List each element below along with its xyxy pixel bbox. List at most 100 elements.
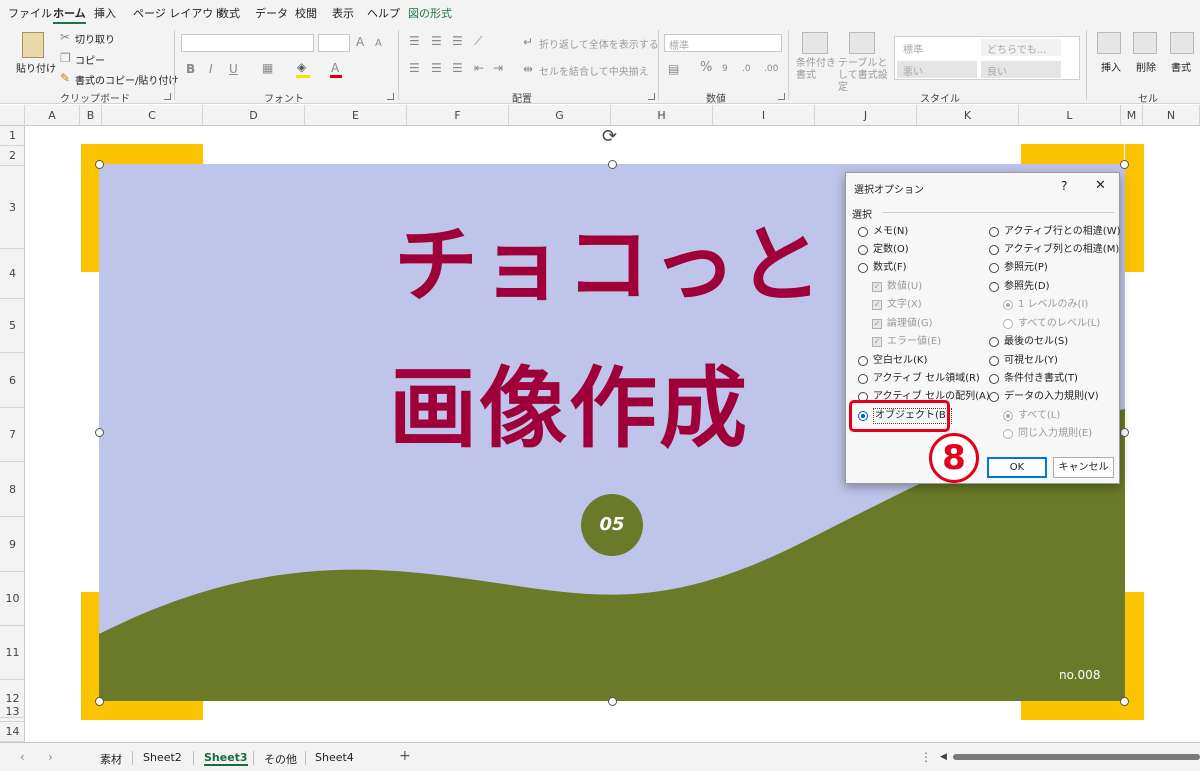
clipboard-launcher-icon[interactable] [164,93,171,100]
copy-button[interactable]: コピー [75,52,105,67]
align-left-icon[interactable]: ☰ [409,61,420,75]
row-header-13[interactable]: 13 [0,702,25,722]
row-header-6[interactable]: 6 [0,353,25,408]
column-header-n[interactable]: N [1143,105,1200,126]
increase-indent-icon[interactable]: ⇥ [493,61,503,75]
conditional-format-button[interactable]: 条件付き書式 [796,58,836,82]
font-name-select[interactable] [181,34,314,52]
row-header-5[interactable]: 5 [0,299,25,353]
format-as-table-button[interactable]: テーブルとして書式設定 [838,58,892,94]
increase-decimal-icon[interactable]: .0 [742,62,751,76]
horizontal-scrollbar[interactable] [953,754,1200,760]
menu-insert[interactable]: 挿入 [94,5,116,21]
grow-font-icon[interactable]: A [356,35,364,49]
dialog-close-icon[interactable]: ✕ [1095,178,1106,193]
scroll-tabs-right-icon[interactable]: › [48,750,53,764]
wrap-text-button[interactable]: 折り返して全体を表示する [539,36,659,51]
menu-view[interactable]: 表示 [332,5,354,21]
underline-button[interactable]: U [229,62,238,76]
sheet-tab-sonota[interactable]: その他 [264,751,297,767]
format-painter-button[interactable]: 書式のコピー/貼り付け [75,72,178,87]
dialog-help-button[interactable]: ? [1061,179,1067,193]
row-header-9[interactable]: 9 [0,517,25,572]
sheet-tab-sheet3[interactable]: Sheet3 [204,751,248,766]
sheet-tab-sheet2[interactable]: Sheet2 [143,751,182,764]
style-neutral[interactable]: どちらでも... [981,39,1061,56]
row-header-3[interactable]: 3 [0,166,25,249]
column-header-d[interactable]: D [203,105,305,126]
decrease-indent-icon[interactable]: ⇤ [474,61,484,75]
align-center-icon[interactable]: ☰ [431,61,442,75]
sheet-tab-sheet4[interactable]: Sheet4 [315,751,354,764]
resize-handle-se[interactable] [1120,697,1129,706]
number-format-select[interactable]: 標準 [664,34,782,52]
resize-handle-s[interactable] [608,697,617,706]
resize-handle-e[interactable] [1120,428,1129,437]
align-middle-icon[interactable]: ☰ [431,34,442,48]
resize-handle-w[interactable] [95,428,104,437]
cut-button[interactable]: 切り取り [75,31,115,46]
font-launcher-icon[interactable] [387,93,394,100]
column-header-l[interactable]: L [1019,105,1121,126]
column-header-m[interactable]: M [1121,105,1143,126]
alignment-launcher-icon[interactable] [648,93,655,100]
column-header-b[interactable]: B [80,105,102,126]
add-sheet-button[interactable]: + [399,748,411,764]
font-color-icon[interactable]: A [331,61,339,75]
cancel-button[interactable]: キャンセル [1053,457,1114,478]
row-header-2[interactable]: 2 [0,146,25,166]
column-header-g[interactable]: G [509,105,611,126]
delete-cells-button[interactable]: 削除 [1136,59,1156,74]
row-header-4[interactable]: 4 [0,249,25,299]
number-launcher-icon[interactable] [778,93,785,100]
column-header-i[interactable]: I [713,105,815,126]
row-header-8[interactable]: 8 [0,462,25,517]
menu-home[interactable]: ホーム [53,5,86,24]
scroll-left-icon[interactable]: ◀ [940,750,947,764]
shrink-font-icon[interactable]: A [375,37,382,51]
currency-icon[interactable]: ▤ [668,62,679,76]
column-header-k[interactable]: K [917,105,1019,126]
align-right-icon[interactable]: ☰ [452,61,463,75]
ok-button[interactable]: OK [987,457,1047,478]
style-normal[interactable]: 標準 [897,39,977,56]
split-handle-icon[interactable]: ⋮ [920,750,932,764]
rotate-handle-icon[interactable]: ⟳ [602,126,617,147]
resize-handle-ne[interactable] [1120,160,1129,169]
column-header-h[interactable]: H [611,105,713,126]
menu-review[interactable]: 校閲 [295,5,317,21]
comma-style-icon[interactable]: 9 [722,62,728,76]
borders-icon[interactable]: ▦ [262,61,273,75]
column-header-e[interactable]: E [305,105,407,126]
resize-handle-nw[interactable] [95,160,104,169]
row-header-7[interactable]: 7 [0,408,25,462]
decrease-decimal-icon[interactable]: .00 [764,62,778,76]
font-size-select[interactable] [318,34,350,52]
merge-center-button[interactable]: セルを結合して中央揃え [539,63,649,78]
column-header-c[interactable]: C [102,105,203,126]
row-header-1[interactable]: 1 [0,126,25,146]
bold-button[interactable]: B [186,62,195,76]
style-good[interactable]: 良い [981,61,1061,78]
row-header-10[interactable]: 10 [0,572,25,626]
menu-formulas[interactable]: 数式 [218,5,240,21]
row-header-11[interactable]: 11 [0,626,25,680]
align-top-icon[interactable]: ☰ [409,34,420,48]
menu-data[interactable]: データ [255,5,288,21]
italic-button[interactable]: I [209,62,213,76]
style-bad[interactable]: 悪い [897,61,977,78]
select-all-corner[interactable] [0,105,25,126]
menu-file[interactable]: ファイル [8,5,52,21]
column-header-a[interactable]: A [25,105,80,126]
scroll-tabs-left-icon[interactable]: ‹ [20,750,25,764]
fill-color-icon[interactable]: ◈ [297,60,306,74]
column-header-f[interactable]: F [407,105,509,126]
orientation-icon[interactable]: ⟋ [474,34,482,48]
column-header-j[interactable]: J [815,105,917,126]
menu-help[interactable]: ヘルプ [367,5,400,21]
row-header-14[interactable]: 14 [0,722,25,742]
percent-button[interactable]: % [700,61,712,75]
paste-button[interactable]: 貼り付け [16,60,56,75]
align-bottom-icon[interactable]: ☰ [452,34,463,48]
resize-handle-sw[interactable] [95,697,104,706]
